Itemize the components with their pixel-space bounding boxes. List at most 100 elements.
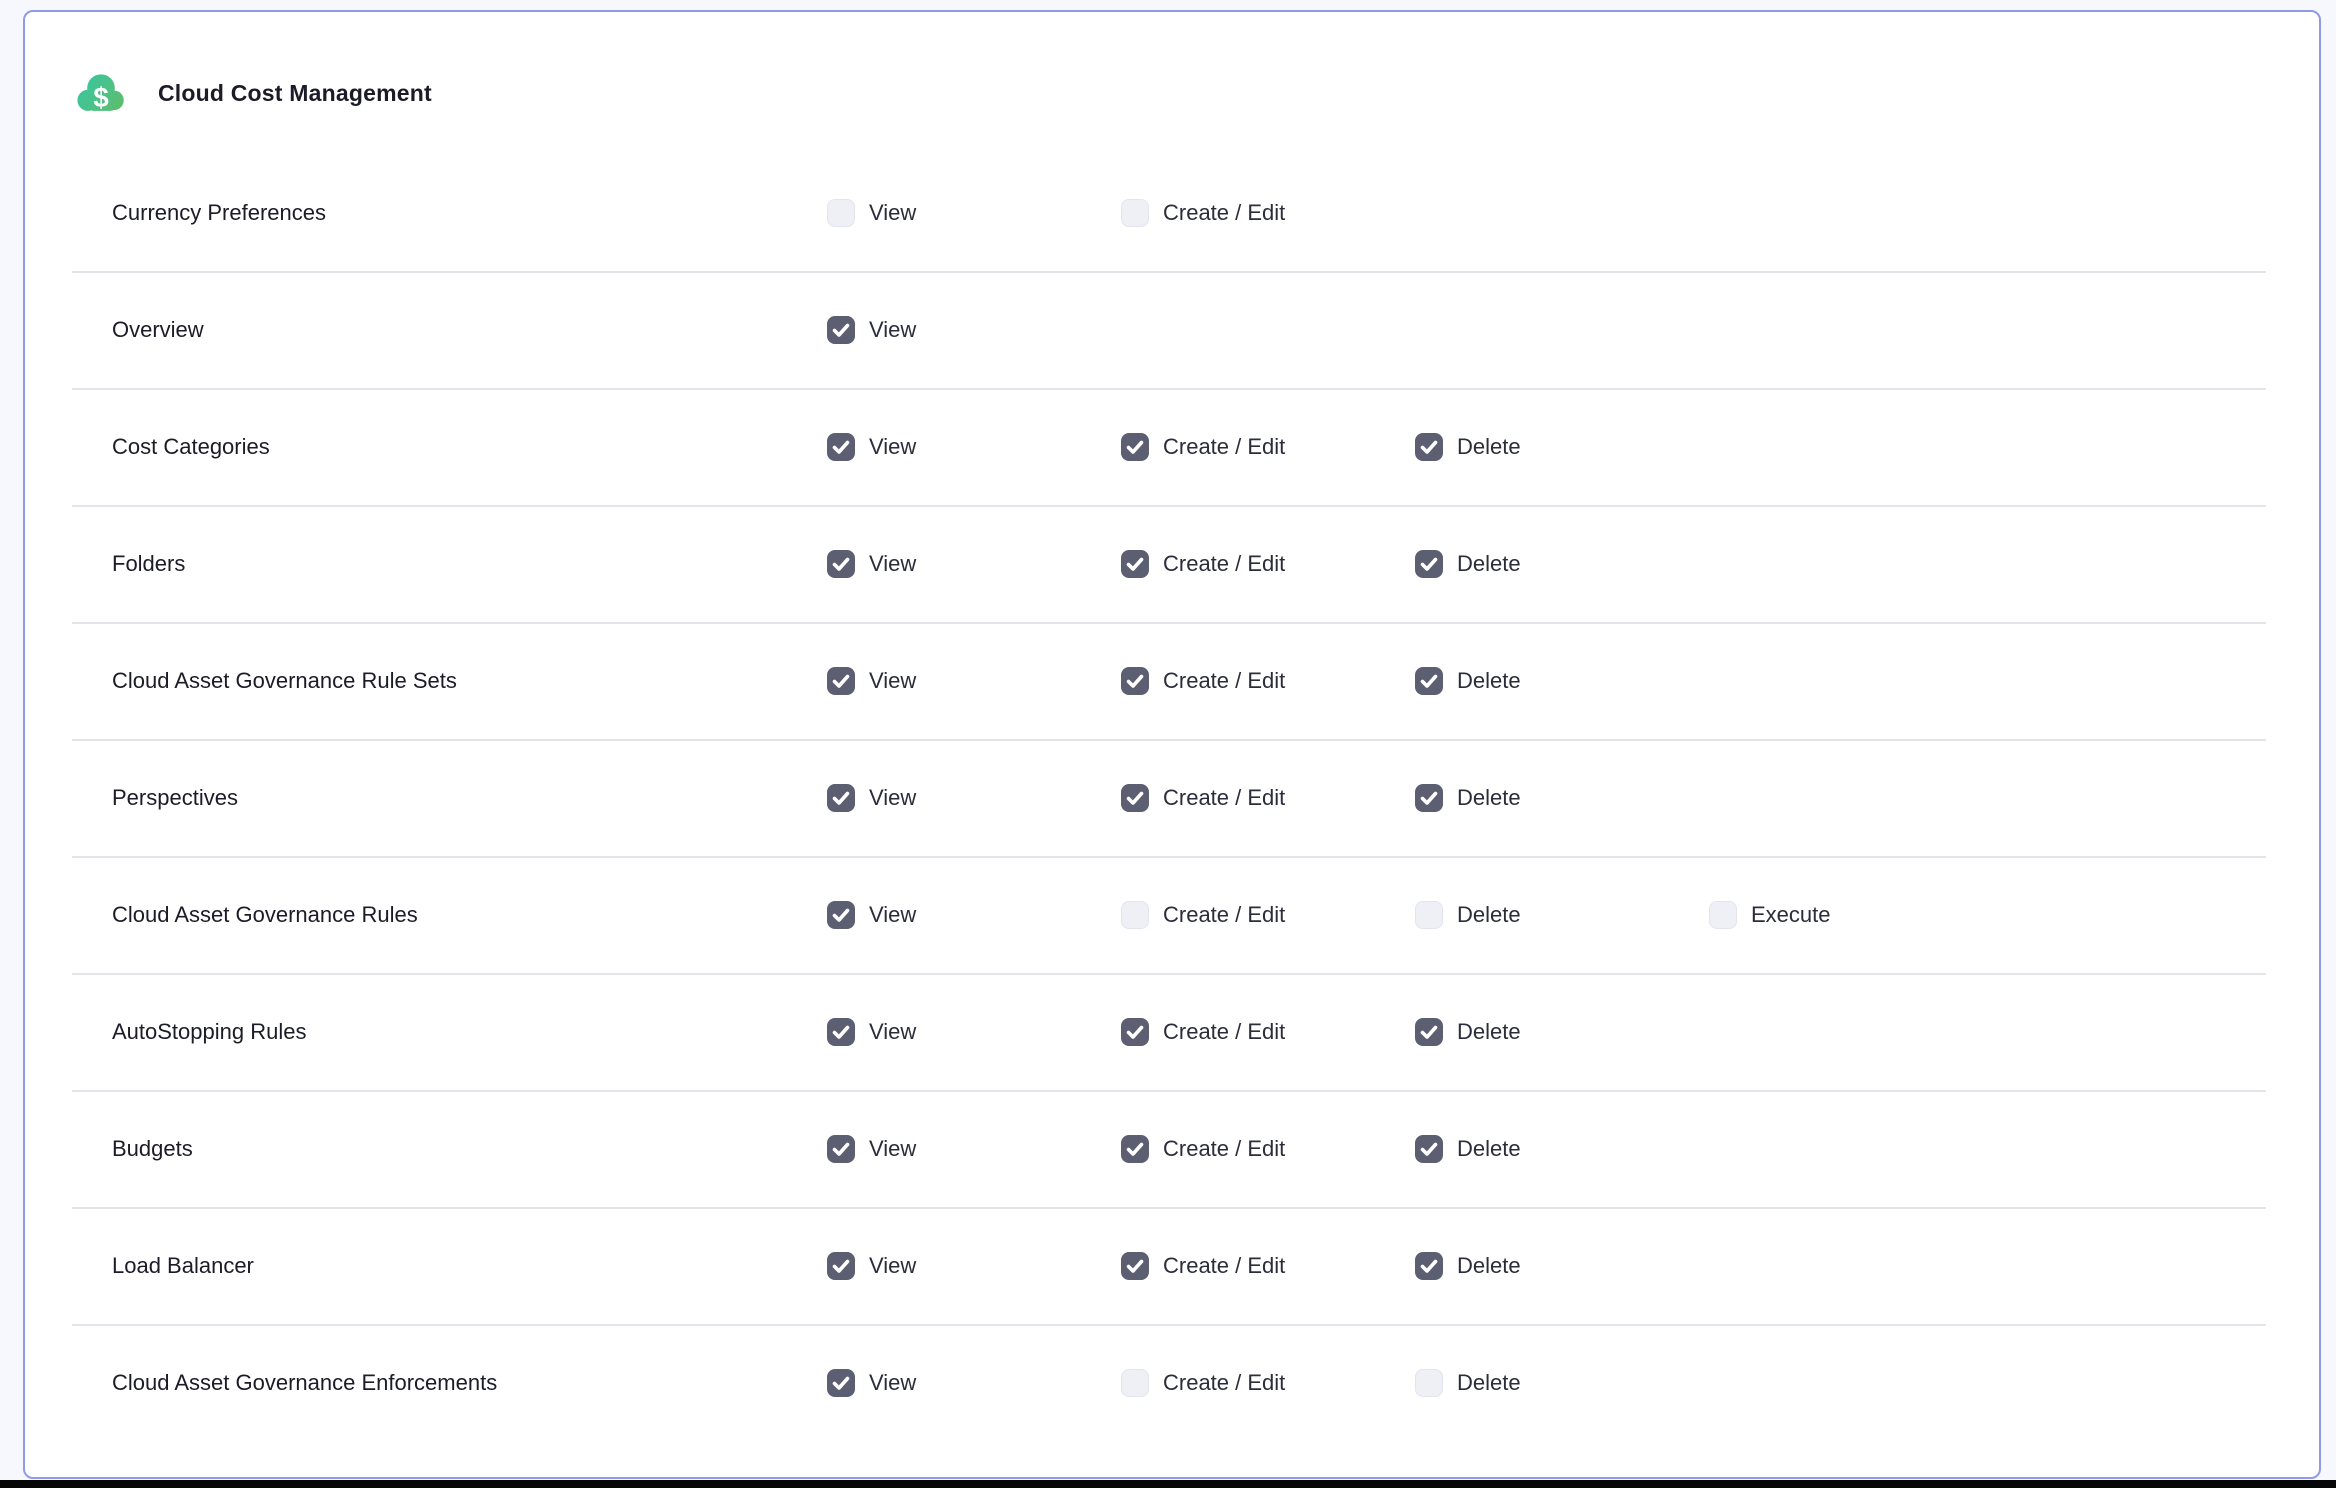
create-edit-checkbox[interactable] xyxy=(1121,1369,1149,1397)
checkmark-icon xyxy=(1415,667,1443,695)
permission-label: View xyxy=(869,785,916,811)
checkmark-icon xyxy=(827,667,855,695)
delete-checkbox[interactable] xyxy=(1415,550,1443,578)
permission-delete: Delete xyxy=(1415,1135,1709,1163)
permission-delete: Delete xyxy=(1415,901,1709,929)
view-checkbox[interactable] xyxy=(827,1018,855,1046)
permission-label: Delete xyxy=(1457,1019,1521,1045)
permission-create-edit: Create / Edit xyxy=(1121,1135,1415,1163)
view-checkbox[interactable] xyxy=(827,433,855,461)
view-checkbox[interactable] xyxy=(827,784,855,812)
permission-create-edit: Create / Edit xyxy=(1121,1252,1415,1280)
permission-label: View xyxy=(869,317,916,343)
permission-view: View xyxy=(827,1018,1121,1046)
permission-label: Delete xyxy=(1457,434,1521,460)
delete-checkbox[interactable] xyxy=(1415,784,1443,812)
delete-checkbox[interactable] xyxy=(1415,1018,1443,1046)
view-checkbox[interactable] xyxy=(827,1252,855,1280)
permission-rows: Currency PreferencesViewCreate / EditOve… xyxy=(25,154,2319,1441)
permission-label: Create / Edit xyxy=(1163,551,1285,577)
view-checkbox[interactable] xyxy=(827,1369,855,1397)
permission-delete: Delete xyxy=(1415,784,1709,812)
resource-label: Load Balancer xyxy=(25,1253,827,1279)
resource-label: Cloud Asset Governance Rule Sets xyxy=(25,668,827,694)
checkmark-icon xyxy=(1415,433,1443,461)
permission-row-folders: Folders View Create / Edit Delete xyxy=(25,505,2319,622)
create-edit-checkbox[interactable] xyxy=(1121,1018,1149,1046)
permission-row-perspectives: Perspectives View Create / EditDelete xyxy=(25,739,2319,856)
permission-view: View xyxy=(827,1369,1121,1397)
create-edit-checkbox[interactable] xyxy=(1121,1252,1149,1280)
permission-delete: Delete xyxy=(1415,1252,1709,1280)
resource-label: Budgets xyxy=(25,1136,827,1162)
resource-label: Currency Preferences xyxy=(25,200,827,226)
create-edit-checkbox[interactable] xyxy=(1121,901,1149,929)
delete-checkbox[interactable] xyxy=(1415,1369,1443,1397)
view-checkbox[interactable] xyxy=(827,901,855,929)
permission-delete: Delete xyxy=(1415,667,1709,695)
permission-create-edit: Create / Edit xyxy=(1121,667,1415,695)
view-checkbox[interactable] xyxy=(827,316,855,344)
create-edit-checkbox[interactable] xyxy=(1121,433,1149,461)
permission-view: View xyxy=(827,316,1121,344)
resource-label: Perspectives xyxy=(25,785,827,811)
permission-label: Delete xyxy=(1457,1253,1521,1279)
resource-label: Cost Categories xyxy=(25,434,827,460)
checkmark-icon xyxy=(827,784,855,812)
checkmark-icon xyxy=(1415,784,1443,812)
delete-checkbox[interactable] xyxy=(1415,1135,1443,1163)
permission-label: View xyxy=(869,200,916,226)
view-checkbox[interactable] xyxy=(827,550,855,578)
checkmark-icon xyxy=(1121,550,1149,578)
permission-label: Delete xyxy=(1457,1136,1521,1162)
permission-label: Delete xyxy=(1457,1370,1521,1396)
checkmark-icon xyxy=(1121,433,1149,461)
checkmark-icon xyxy=(1121,1018,1149,1046)
permission-delete: Delete xyxy=(1415,433,1709,461)
permission-label: View xyxy=(869,1370,916,1396)
checkmark-icon xyxy=(827,1369,855,1397)
permission-delete: Delete xyxy=(1415,1018,1709,1046)
create-edit-checkbox[interactable] xyxy=(1121,667,1149,695)
permission-delete: Delete xyxy=(1415,550,1709,578)
permission-label: View xyxy=(869,551,916,577)
checkmark-icon xyxy=(1415,1018,1443,1046)
permission-label: Create / Edit xyxy=(1163,200,1285,226)
permission-view: View xyxy=(827,1252,1121,1280)
permission-label: View xyxy=(869,902,916,928)
permission-view: View xyxy=(827,550,1121,578)
module-header: $ Cloud Cost Management xyxy=(75,70,2319,116)
permission-label: Execute xyxy=(1751,902,1831,928)
view-checkbox[interactable] xyxy=(827,667,855,695)
permission-view: View xyxy=(827,667,1121,695)
permission-label: Create / Edit xyxy=(1163,1019,1285,1045)
permission-label: Create / Edit xyxy=(1163,1136,1285,1162)
permission-create-edit: Create / Edit xyxy=(1121,550,1415,578)
execute-checkbox[interactable] xyxy=(1709,901,1737,929)
create-edit-checkbox[interactable] xyxy=(1121,784,1149,812)
view-checkbox[interactable] xyxy=(827,199,855,227)
delete-checkbox[interactable] xyxy=(1415,667,1443,695)
delete-checkbox[interactable] xyxy=(1415,1252,1443,1280)
permission-row-cloud-asset-governance-rule-sets: Cloud Asset Governance Rule SetsViewCrea… xyxy=(25,622,2319,739)
permissions-card: $ Cloud Cost Management Currency Prefere… xyxy=(23,10,2321,1479)
checkmark-icon xyxy=(1121,784,1149,812)
resource-label: Folders xyxy=(25,551,827,577)
permission-row-overview: Overview View xyxy=(25,271,2319,388)
checkmark-icon xyxy=(1121,667,1149,695)
permission-label: Delete xyxy=(1457,902,1521,928)
resource-label: Overview xyxy=(25,317,827,343)
create-edit-checkbox[interactable] xyxy=(1121,1135,1149,1163)
delete-checkbox[interactable] xyxy=(1415,901,1443,929)
checkmark-icon xyxy=(1415,1135,1443,1163)
checkmark-icon xyxy=(1121,1135,1149,1163)
bottom-edge-bar xyxy=(0,1480,2336,1488)
permission-row-budgets: BudgetsViewCreate / EditDelete xyxy=(25,1090,2319,1207)
permission-create-edit: Create / Edit xyxy=(1121,784,1415,812)
permission-label: Create / Edit xyxy=(1163,902,1285,928)
create-edit-checkbox[interactable] xyxy=(1121,199,1149,227)
checkmark-icon xyxy=(827,1018,855,1046)
create-edit-checkbox[interactable] xyxy=(1121,550,1149,578)
view-checkbox[interactable] xyxy=(827,1135,855,1163)
delete-checkbox[interactable] xyxy=(1415,433,1443,461)
